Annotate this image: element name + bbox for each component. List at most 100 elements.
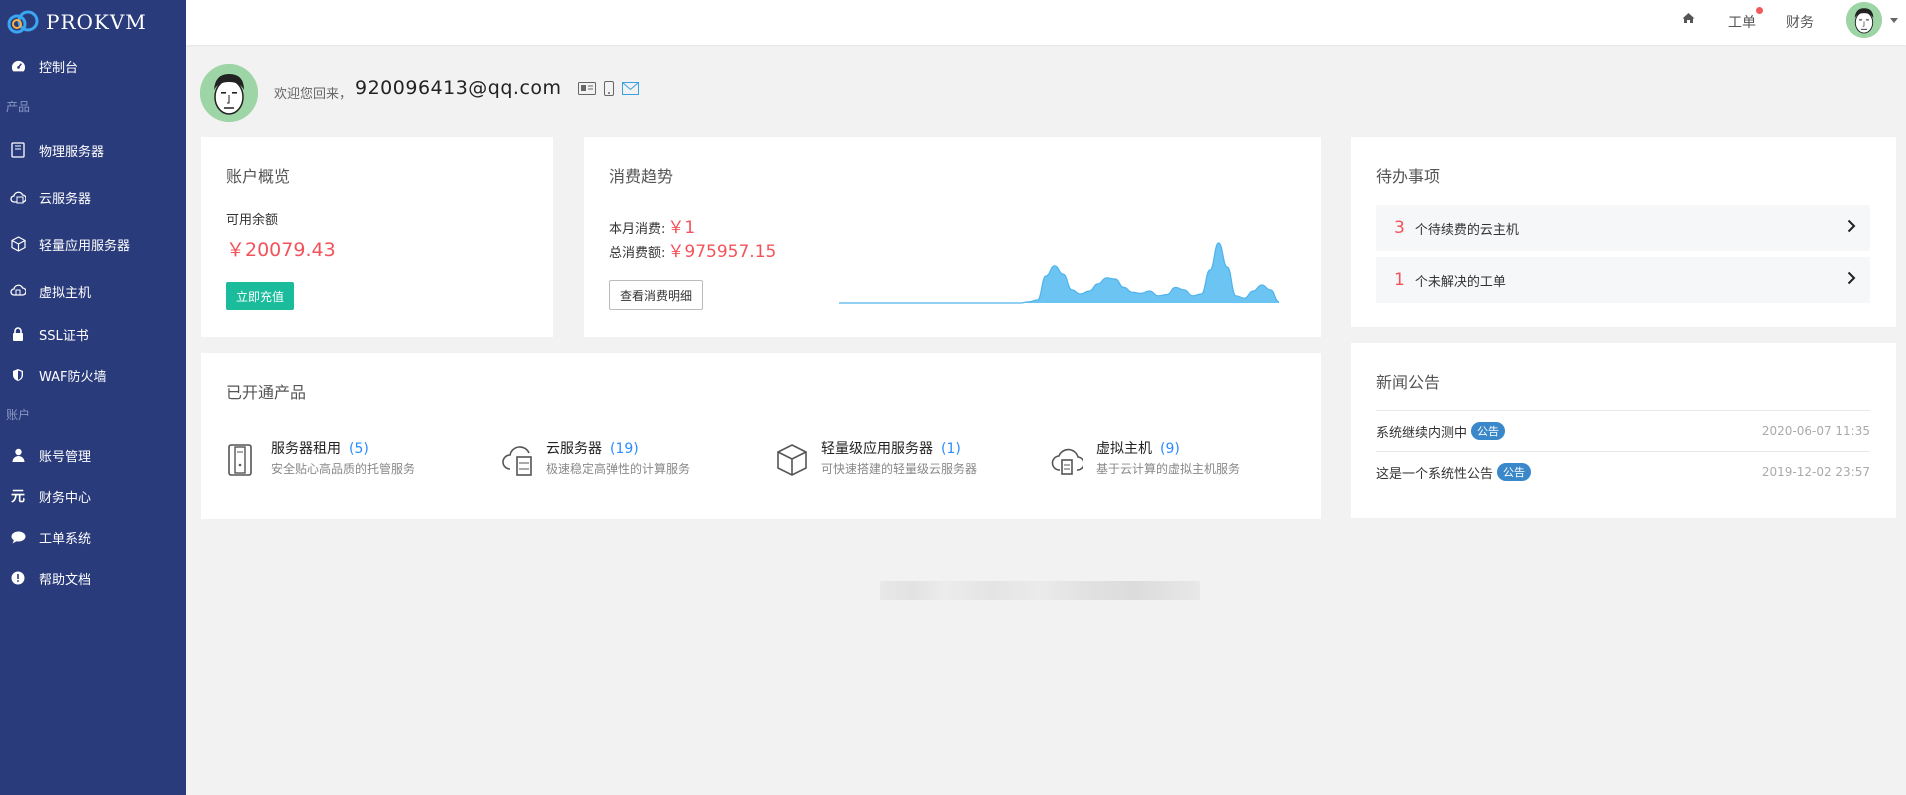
sidebar-item-label: 轻量应用服务器 xyxy=(39,238,131,254)
card-title: 账户概览 xyxy=(226,167,291,186)
avatar-face-icon xyxy=(1846,2,1882,38)
sidebar-item-ticket[interactable]: 工单系统 xyxy=(0,525,186,549)
phone-icon[interactable] xyxy=(604,81,614,96)
sidebar-item-virtual-host[interactable]: 虚拟主机 xyxy=(0,279,186,303)
cloud-logo-icon xyxy=(7,10,39,34)
ticket-label: 工单 xyxy=(1728,15,1756,31)
user-menu-caret-icon[interactable] xyxy=(1890,18,1898,23)
sidebar-item-label: 控制台 xyxy=(39,60,79,76)
product-item-cloud-server[interactable]: 云服务器 (19) 极速稳定高弹性的计算服务 xyxy=(501,438,761,482)
todo-count: 1 xyxy=(1394,270,1405,290)
product-desc: 安全贴心高品质的托管服务 xyxy=(271,462,416,476)
todo-item-ticket[interactable]: 1 个未解决的工单 xyxy=(1376,257,1870,303)
sidebar-item-label: 账号管理 xyxy=(39,449,92,465)
sidebar-item-label: 云服务器 xyxy=(39,191,92,207)
blurred-footer-text xyxy=(880,581,1200,600)
product-item-server-rental[interactable]: 服务器租用 (5) 安全贴心高品质的托管服务 xyxy=(226,438,486,482)
trend-area xyxy=(839,243,1279,303)
product-desc: 极速稳定高弹性的计算服务 xyxy=(546,462,691,476)
account-overview-card: 账户概览 可用余额 ￥20079.43 立即充值 xyxy=(201,137,553,337)
cloud-host-icon xyxy=(1051,448,1083,475)
todo-item-renew[interactable]: 3 个待续费的云主机 xyxy=(1376,205,1870,251)
sidebar-item-waf[interactable]: WAF防火墙 xyxy=(0,363,186,387)
opened-products-card: 已开通产品 服务器租用 (5) 安全贴心高品质的托管服务 云服务器 (19) 极速稳… xyxy=(201,353,1321,519)
todo-label: 个待续费的云主机 xyxy=(1414,222,1519,238)
total-consumption-label: 总消费额: xyxy=(609,246,666,261)
welcome-avatar xyxy=(200,64,258,122)
news-title: 系统继续内测中 xyxy=(1376,425,1468,441)
sidebar-item-physical-server[interactable]: 物理服务器 xyxy=(0,138,186,162)
consumption-detail-button[interactable]: 查看消费明细 xyxy=(609,280,703,310)
month-consumption-label: 本月消费: xyxy=(609,222,666,237)
cloud-server-icon xyxy=(10,189,26,205)
ticket-link[interactable]: 工单 xyxy=(1728,7,1763,32)
sidebar-item-label: 财务中心 xyxy=(39,490,92,506)
news-item[interactable]: 这是一个系统性公告 公告 2019-12-02 23:57 xyxy=(1376,451,1870,492)
chevron-right-icon xyxy=(1847,219,1856,233)
card-title: 新闻公告 xyxy=(1376,373,1441,392)
card-title: 消费趋势 xyxy=(609,167,674,186)
welcome-greeting: 欢迎您回来， xyxy=(274,87,353,102)
id-card-icon[interactable] xyxy=(578,82,596,95)
sidebar-item-help[interactable]: 帮助文档 xyxy=(0,566,186,590)
chevron-right-icon xyxy=(1847,271,1856,285)
home-icon xyxy=(1682,13,1695,23)
product-count: (9) xyxy=(1160,441,1180,457)
welcome-email: 920096413@qq.com xyxy=(355,77,562,99)
news-badge: 公告 xyxy=(1471,422,1506,440)
consumption-trend-chart xyxy=(839,242,1279,304)
consumption-trend-card: 消费趋势 本月消费: ￥1 总消费额: ￥975957.15 查看消费明细 xyxy=(584,137,1321,337)
sidebar-item-label: SSL证书 xyxy=(39,328,89,344)
sidebar-item-label: 帮助文档 xyxy=(39,572,92,588)
yuan-icon: 元 xyxy=(11,489,25,505)
month-consumption-value: ￥1 xyxy=(667,218,696,238)
sidebar-item-label: 虚拟主机 xyxy=(39,285,92,301)
user-avatar[interactable] xyxy=(1846,2,1882,38)
news-date: 2020-06-07 11:35 xyxy=(1761,424,1870,438)
news-date: 2019-12-02 23:57 xyxy=(1761,465,1870,479)
user-icon xyxy=(10,447,26,463)
cube-icon xyxy=(10,236,26,252)
todo-label: 个未解决的工单 xyxy=(1414,274,1506,290)
shield-icon xyxy=(10,367,26,383)
product-name-text: 虚拟主机 xyxy=(1096,441,1152,457)
chat-icon xyxy=(10,529,26,545)
sidebar-item-label: 物理服务器 xyxy=(39,144,105,160)
product-desc: 基于云计算的虚拟主机服务 xyxy=(1096,462,1241,476)
info-icon xyxy=(10,570,26,586)
product-item-lightweight-server[interactable]: 轻量级应用服务器 (1) 可快速搭建的轻量级云服务器 xyxy=(776,438,1036,482)
cloud-server-icon xyxy=(502,446,532,476)
avatar-face-icon xyxy=(200,64,258,122)
sidebar-item-ssl[interactable]: SSL证书 xyxy=(0,322,186,346)
product-name-text: 服务器租用 xyxy=(271,441,341,457)
sidebar-item-finance[interactable]: 元 财务中心 xyxy=(0,484,186,508)
sidebar-item-label: WAF防火墙 xyxy=(39,369,107,385)
news-badge: 公告 xyxy=(1497,463,1532,481)
server-rack-icon xyxy=(10,142,26,158)
card-title: 已开通产品 xyxy=(226,383,307,402)
balance-label: 可用余额 xyxy=(226,213,279,228)
total-consumption: 总消费额: ￥975957.15 xyxy=(609,237,776,262)
product-item-virtual-host[interactable]: 虚拟主机 (9) 基于云计算的虚拟主机服务 xyxy=(1051,438,1311,482)
brand[interactable]: PROKVM xyxy=(0,0,186,44)
product-name-text: 云服务器 xyxy=(546,441,602,457)
sidebar-item-account-manage[interactable]: 账号管理 xyxy=(0,443,186,467)
todo-card: 待办事项 3 个待续费的云主机 1 个未解决的工单 xyxy=(1351,137,1896,327)
cloud-host-icon xyxy=(10,283,26,299)
home-button[interactable] xyxy=(1682,12,1695,28)
sidebar-item-cloud-server[interactable]: 云服务器 xyxy=(0,185,186,209)
verify-icons xyxy=(578,81,639,96)
product-count: (5) xyxy=(349,441,369,457)
month-consumption: 本月消费: ￥1 xyxy=(609,213,695,238)
sidebar-item-dashboard[interactable]: 控制台 xyxy=(0,54,186,78)
news-item[interactable]: 系统继续内测中 公告 2020-06-07 11:35 xyxy=(1376,410,1870,451)
total-consumption-value: ￥975957.15 xyxy=(667,242,777,262)
recharge-button[interactable]: 立即充值 xyxy=(226,282,294,310)
product-count: (19) xyxy=(610,441,639,457)
news-title: 这是一个系统性公告 xyxy=(1376,466,1494,482)
topbar: 工单 财务 xyxy=(186,0,1906,45)
sidebar-item-lightweight-server[interactable]: 轻量应用服务器 xyxy=(0,232,186,256)
card-title: 待办事项 xyxy=(1376,167,1441,186)
email-icon[interactable] xyxy=(622,82,639,95)
finance-link[interactable]: 财务 xyxy=(1786,12,1814,32)
